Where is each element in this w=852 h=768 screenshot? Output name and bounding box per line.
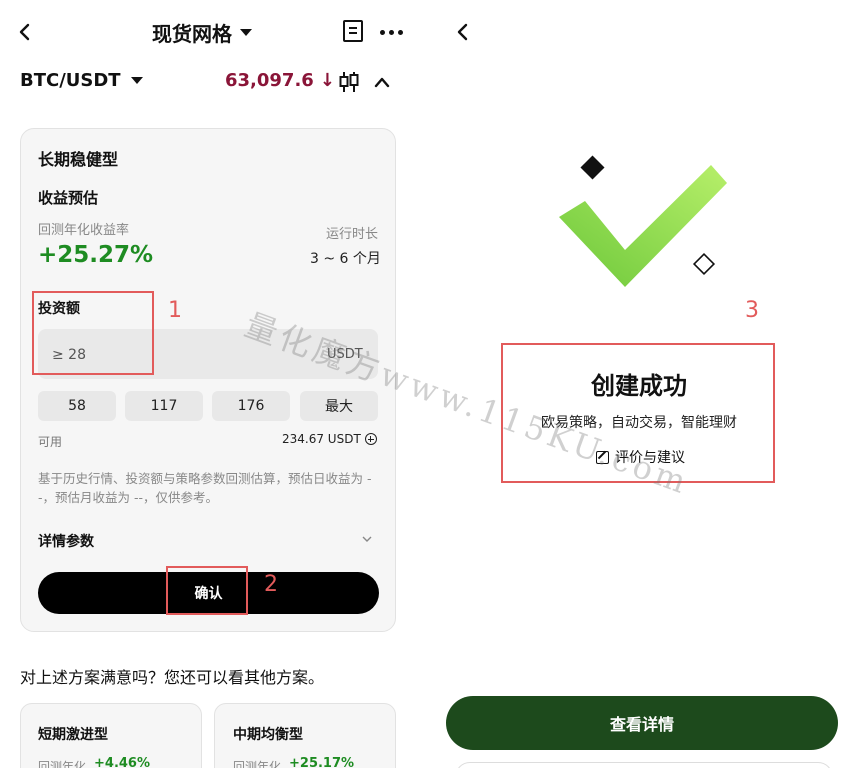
plan-rate-short-term: +4.46% [94,756,150,768]
details-params-label[interactable]: 详情参数 [38,531,94,551]
view-details-label: 查看详情 [609,715,674,734]
page-title-text: 现货网格 [152,22,232,46]
plan-rate-label-short-term: 回测年化 [38,760,87,768]
secondary-button[interactable] [455,762,833,768]
title-dropdown-icon [240,29,252,36]
available-label: 可用 [38,435,63,449]
duration-label: 运行时长 [326,227,379,242]
quick-amount-2[interactable]: 117 [125,391,203,421]
callout-number-1: 1 [168,298,182,323]
pair-dropdown-icon [130,77,143,84]
more-icon[interactable] [380,30,404,36]
plan-rate-mid-term: +25.17% [289,756,355,768]
document-icon[interactable] [343,20,363,42]
price-display: 63,097.6 ↓ [225,70,335,91]
pair-label: BTC/USDT [20,70,121,91]
callout-box-2 [166,566,248,615]
annual-rate-label: 回测年化收益率 [38,223,130,238]
page-title[interactable]: 现货网格 [152,18,252,47]
quick-amount-3[interactable]: 176 [212,391,290,421]
chevron-down-icon[interactable] [362,534,372,544]
plan-title-mid-term: 中期均衡型 [233,727,303,743]
earnings-section-title: 收益预估 [38,189,99,207]
callout-number-2: 2 [264,572,278,597]
strategy-title: 长期稳健型 [38,150,119,169]
plan-title-short-term: 短期激进型 [38,727,108,743]
quick-amount-1[interactable]: 58 [38,391,116,421]
available-value: 234.67 USDT [282,432,361,446]
success-title: 创建成功 [591,372,687,400]
back-arrow-icon[interactable] [454,20,472,44]
callout-number-3: 3 [745,298,759,323]
quick-amount-max[interactable]: 最大 [300,391,378,421]
candlestick-icon[interactable] [338,70,360,94]
chevron-up-icon[interactable] [374,75,390,89]
price-down-icon: ↓ [319,70,335,91]
back-arrow-icon[interactable] [16,20,34,44]
callout-box-1 [32,291,154,375]
estimate-note: 基于历史行情、投资额与策略参数回测估算，预估日收益为 --，预估月收益为 --，… [38,471,372,505]
annual-rate-value: +25.27% [38,242,154,268]
duration-value: 3 ~ 6 个月 [310,251,381,267]
plan-rate-label-mid-term: 回测年化 [233,760,282,768]
add-funds-icon[interactable] [364,433,377,445]
available-balance: 234.67 USDT [282,432,377,446]
view-details-button[interactable]: 查看详情 [446,696,838,750]
other-plans-prompt: 对上述方案满意吗？您还可以看其他方案。 [20,668,325,687]
success-check-icon [559,155,727,287]
pair-selector[interactable]: BTC/USDT [20,70,143,91]
price-value: 63,097.6 [225,70,314,91]
